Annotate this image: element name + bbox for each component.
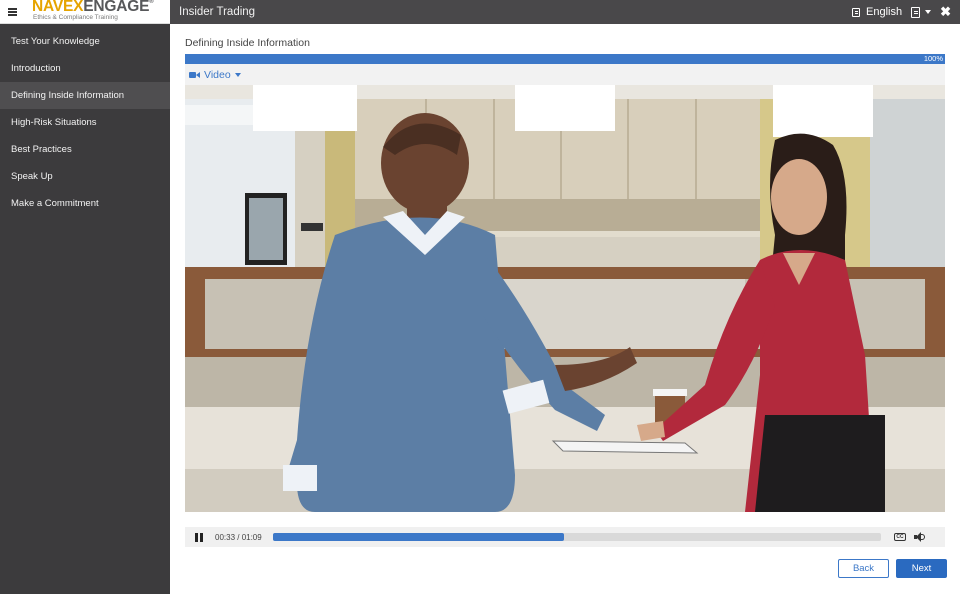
- header-actions: English ✖: [851, 4, 951, 20]
- progress-fill: [185, 54, 945, 64]
- sidebar-item-label: Speak Up: [11, 171, 53, 182]
- chevron-down-icon: [234, 72, 241, 77]
- logo-engage-text: ENGAGE: [83, 0, 150, 15]
- back-button[interactable]: Back: [838, 559, 889, 578]
- progress-label: 100%: [923, 54, 943, 63]
- video-camera-icon: [189, 71, 200, 79]
- closed-captions-icon[interactable]: CC: [894, 533, 906, 541]
- brand-area: NAVEXENGAGE® Ethics & Compliance Trainin…: [0, 0, 170, 24]
- sidebar-item-introduction[interactable]: Introduction: [0, 55, 170, 82]
- logo-tagline: Ethics & Compliance Training: [33, 14, 118, 21]
- hamburger-icon[interactable]: [0, 0, 24, 24]
- video-player[interactable]: [185, 85, 945, 512]
- language-selector[interactable]: English: [866, 6, 902, 18]
- video-tab[interactable]: Video: [189, 69, 241, 81]
- scrubber-played: [273, 533, 564, 541]
- sidebar-nav: Test Your Knowledge Introduction Definin…: [0, 24, 170, 594]
- language-icon[interactable]: [851, 7, 861, 17]
- next-button[interactable]: Next: [896, 559, 947, 578]
- sidebar-item-best-practices[interactable]: Best Practices: [0, 136, 170, 163]
- sidebar-item-label: Best Practices: [11, 144, 72, 155]
- page-title: Defining Inside Information: [185, 37, 310, 49]
- logo-trademark: ®: [149, 0, 154, 5]
- sidebar-item-speak-up[interactable]: Speak Up: [0, 163, 170, 190]
- sidebar-item-label: Introduction: [11, 63, 61, 74]
- sidebar-item-high-risk-situations[interactable]: High-Risk Situations: [0, 109, 170, 136]
- sidebar-item-label: High-Risk Situations: [11, 117, 97, 128]
- video-tab-label: Video: [204, 68, 231, 81]
- close-icon[interactable]: ✖: [940, 4, 951, 20]
- document-icon[interactable]: [911, 6, 921, 18]
- video-scrubber[interactable]: [273, 533, 881, 541]
- navex-engage-logo: NAVEXENGAGE® Ethics & Compliance Trainin…: [32, 0, 154, 22]
- sidebar-item-label: Make a Commitment: [11, 198, 99, 209]
- cc-label: CC: [896, 534, 904, 540]
- playback-time: 00:33 / 01:09: [215, 532, 262, 542]
- chevron-down-icon[interactable]: [925, 10, 932, 14]
- course-title: Insider Trading: [179, 6, 256, 18]
- video-frame-image: [185, 85, 945, 512]
- video-controls: 00:33 / 01:09 CC: [185, 527, 945, 547]
- sidebar-item-test-your-knowledge[interactable]: Test Your Knowledge: [0, 28, 170, 55]
- lesson-progress-bar: 100%: [185, 54, 945, 64]
- logo-navex-text: NAVEX: [32, 0, 84, 15]
- main-content: Defining Inside Information 100% Video 0…: [170, 24, 960, 594]
- volume-icon[interactable]: [914, 532, 926, 542]
- sidebar-item-label: Defining Inside Information: [11, 90, 125, 101]
- sidebar-item-make-a-commitment[interactable]: Make a Commitment: [0, 190, 170, 217]
- sidebar-item-label: Test Your Knowledge: [11, 36, 100, 47]
- pause-icon[interactable]: [185, 527, 213, 547]
- top-header-bar: Insider Trading English ✖: [170, 0, 960, 24]
- sidebar-item-defining-inside-information[interactable]: Defining Inside Information: [0, 82, 170, 109]
- media-toolbar: Video: [185, 64, 945, 85]
